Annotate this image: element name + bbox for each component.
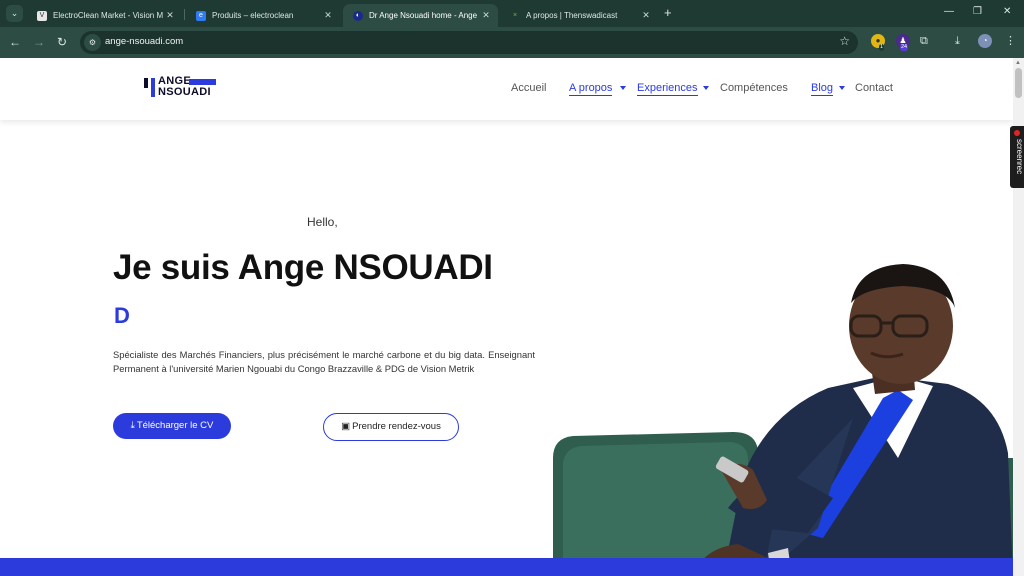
browser-toolbar: ← → ↻ ⚙ ange-nsouadi.com ☆ ● 1 ♟ 24 ⧉ ⤓ … [0, 27, 1024, 58]
tab-title: Dr Ange Nsouadi home - Ange [369, 11, 478, 20]
url-text[interactable]: ange-nsouadi.com [105, 36, 183, 47]
browser-tab-4[interactable]: × A propos | Thenswadicast ✕ [500, 4, 658, 27]
hero-greeting: Hello, [307, 215, 338, 229]
hero-description: Spécialiste des Marchés Financiers, plus… [113, 349, 535, 374]
logo-text-line2: NSOUADI [158, 86, 211, 98]
book-appointment-button[interactable]: ▣ Prendre rendez-vous [323, 413, 459, 441]
calendar-icon: ▣ [341, 421, 351, 432]
nav-a-propos[interactable]: A propos [569, 82, 613, 96]
hero-typed-text: D [114, 303, 130, 328]
download-icon[interactable]: ⤓ [955, 34, 960, 48]
extension-badge-1: 1 [879, 44, 885, 51]
blog-dropdown-caret-icon[interactable] [839, 86, 845, 90]
profile-avatar-icon[interactable]: ◔ [978, 34, 992, 48]
menu-kebab-icon[interactable]: ⋮ [1005, 34, 1016, 48]
logo-mark-blue [151, 78, 155, 97]
download-cv-button[interactable]: ⤓ Télécharger le CV [113, 413, 231, 439]
new-tab-icon[interactable]: + [664, 6, 672, 20]
experiences-dropdown-caret-icon[interactable] [703, 86, 709, 90]
book-appointment-label: Prendre rendez-vous [352, 421, 441, 432]
hero-portrait-image [553, 264, 1013, 576]
download-icon: ⤓ [130, 420, 135, 431]
close-window-icon[interactable]: ✕ [1003, 6, 1011, 17]
hero-bottom-band [0, 558, 1013, 576]
close-tab-icon[interactable]: ✕ [480, 10, 492, 21]
a-propos-dropdown-caret-icon[interactable] [620, 86, 626, 90]
close-tab-icon[interactable]: ✕ [164, 10, 176, 21]
nav-blog[interactable]: Blog [811, 82, 834, 96]
close-tab-icon[interactable]: ✕ [322, 10, 334, 21]
extensions-puzzle-icon[interactable]: ⧉ [920, 34, 928, 48]
logo-mark [144, 78, 148, 88]
thenswadicast-favicon-icon: × [512, 11, 518, 19]
screenrec-label: screenrec [1015, 139, 1024, 175]
minimize-icon[interactable]: — [944, 6, 954, 17]
site-header: ANGE NSOUADI Accueil A propos Experience… [0, 58, 1013, 120]
restore-icon[interactable]: ❐ [973, 6, 982, 17]
reload-icon[interactable]: ↻ [57, 34, 67, 50]
address-bar[interactable]: ⚙ ange-nsouadi.com ☆ [80, 31, 858, 54]
close-tab-icon[interactable]: ✕ [640, 10, 652, 21]
scroll-up-arrow-icon[interactable]: ▲ [1015, 60, 1021, 66]
forward-arrow-icon[interactable]: → [33, 34, 45, 50]
site-info-icon[interactable]: ⚙ [84, 34, 101, 51]
nav-contact[interactable]: Contact [855, 82, 893, 94]
back-arrow-icon[interactable]: ← [9, 34, 21, 50]
electroclean-favicon-icon: V [37, 10, 47, 21]
screenrec-overlay[interactable]: screenrec [1010, 126, 1024, 188]
browser-tab-3-active[interactable]: ◐ Dr Ange Nsouadi home - Ange ✕ [343, 4, 498, 27]
tab-title: ElectroClean Market - Vision M [53, 11, 164, 20]
browser-tab-1[interactable]: V ElectroClean Market - Vision M ✕ [27, 4, 182, 27]
tab-title: Produits – electroclean [212, 11, 294, 20]
tab-separator [184, 9, 185, 20]
site-logo[interactable]: ANGE NSOUADI [144, 75, 216, 99]
hero-headline: Je suis Ange NSOUADI [113, 248, 493, 287]
scrollbar-thumb[interactable] [1015, 68, 1022, 98]
browser-tab-strip: ⌄ V ElectroClean Market - Vision M ✕ e P… [0, 0, 1024, 27]
bookmark-star-icon[interactable]: ☆ [839, 34, 850, 48]
logo-accent-bar [189, 79, 216, 85]
tab-title: A propos | Thenswadicast [526, 11, 618, 20]
extension-badge-2: 24 [900, 44, 909, 51]
tab-search-button[interactable]: ⌄ [6, 5, 23, 22]
record-dot-icon [1014, 130, 1020, 136]
browser-tab-2[interactable]: e Produits – electroclean ✕ [186, 4, 340, 27]
webpage: ANGE NSOUADI Accueil A propos Experience… [0, 58, 1013, 576]
electroclean-shop-favicon-icon: e [196, 10, 206, 21]
download-cv-label: Télécharger le CV [136, 420, 214, 431]
nav-competences[interactable]: Compétences [720, 82, 788, 94]
nav-experiences[interactable]: Experiences [637, 82, 698, 96]
site-favicon-icon: ◐ [353, 10, 363, 21]
nav-accueil[interactable]: Accueil [511, 82, 546, 94]
